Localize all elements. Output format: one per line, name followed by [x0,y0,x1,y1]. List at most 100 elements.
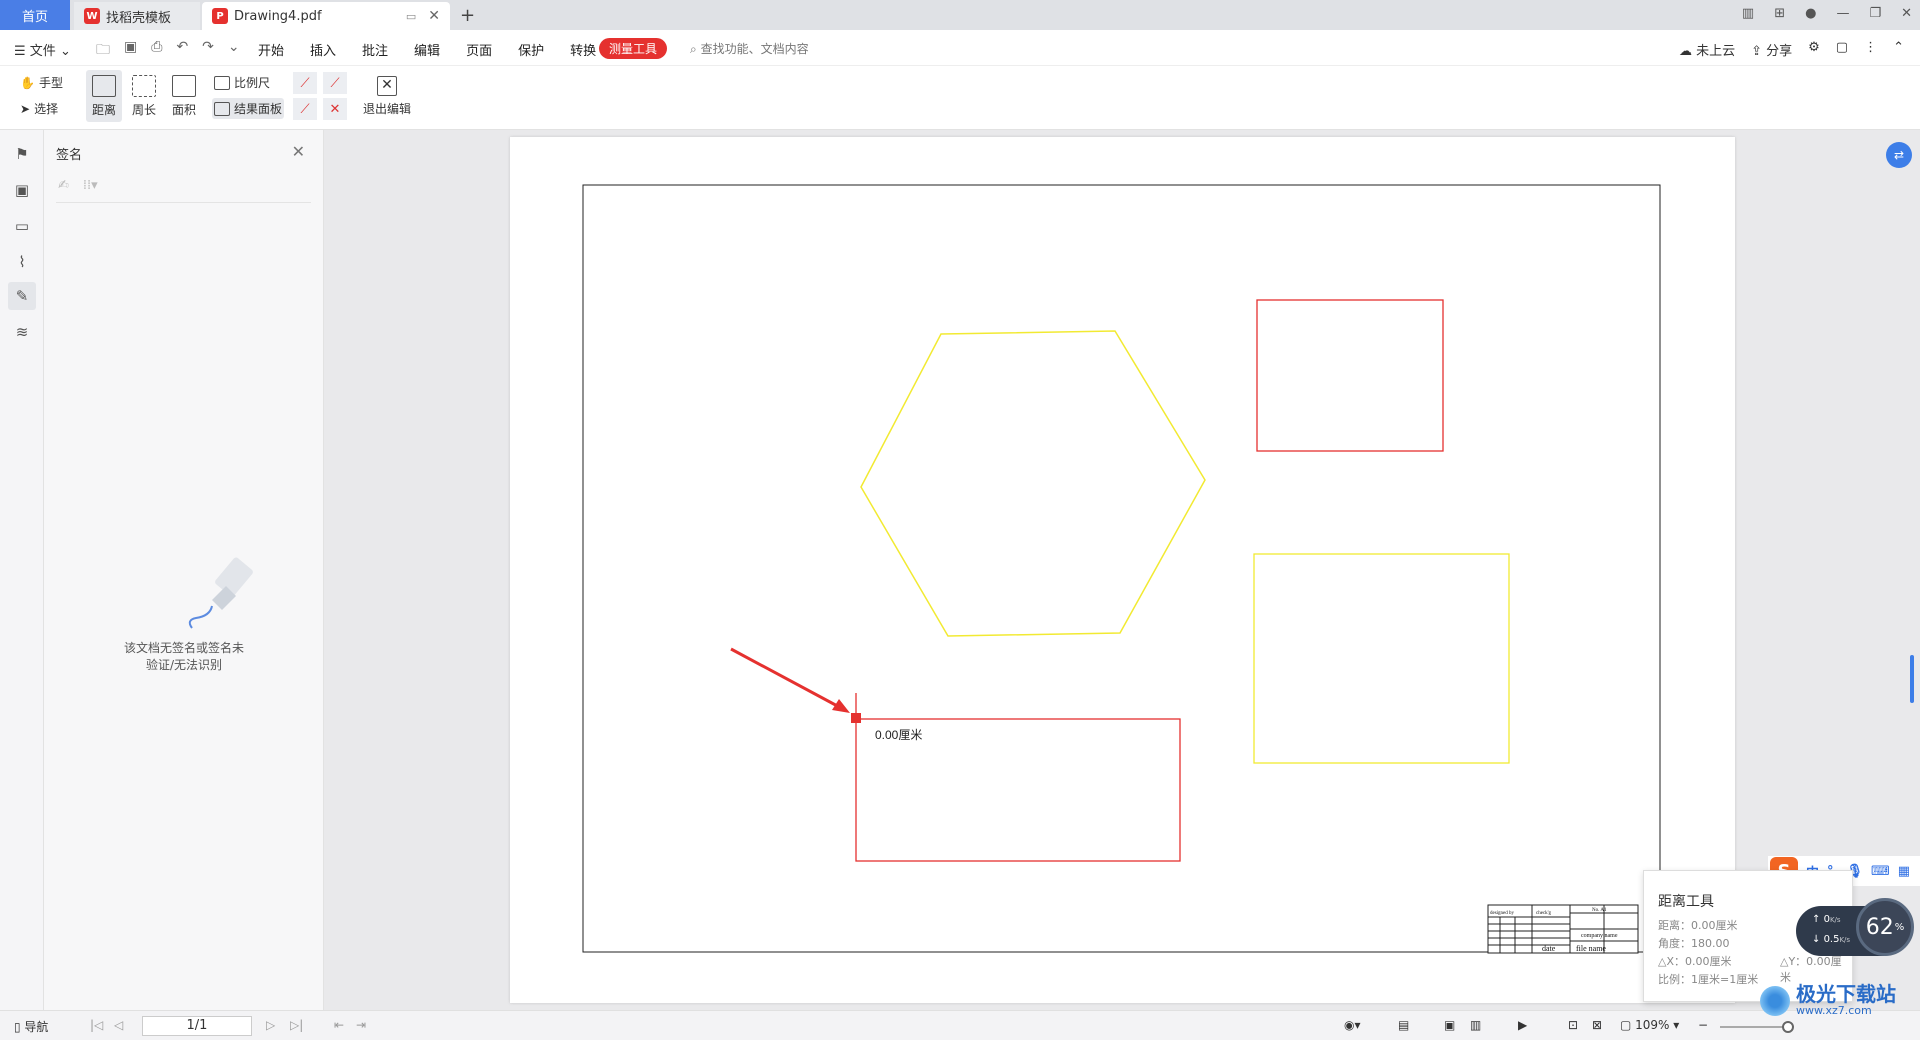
layout-icon[interactable]: ▥ [1742,6,1754,21]
first-page-icon[interactable]: |◁ [90,1018,103,1032]
message-icon[interactable]: ▢ [1836,40,1848,59]
line-tool-3-icon[interactable]: ⟋ [293,98,317,120]
window-close-icon[interactable]: ✕ [1901,6,1912,21]
hand-tool-button[interactable]: ✋ 手型 [20,74,63,91]
panel-title: 签名 [56,148,83,163]
left-sidebar: ⚑ ▣ ▭ ⌇ ✎ ≋ [0,130,44,1010]
result-panel-label: 结果面板 [234,102,283,116]
last-page-icon[interactable]: ▷| [290,1018,303,1032]
grid-dropdown-icon[interactable]: ⁞⁞▾ [83,178,98,193]
undo-icon[interactable]: ↶ [176,39,188,63]
prev-page-icon[interactable]: ◁ [114,1018,123,1032]
apps-icon[interactable]: ⊞ [1774,6,1785,21]
tab-bar: 首页 W 找稻壳模板 P Drawing4.pdf ▭ ✕ + ▥ ⊞ ● — … [0,0,1920,30]
more-icon[interactable]: ⌄ [228,39,240,63]
red-rectangle-top[interactable] [1256,299,1444,452]
minimize-icon[interactable]: — [1836,6,1849,21]
perimeter-button[interactable]: 周长 [126,70,162,122]
scale-button[interactable]: 比例尺 [214,74,270,91]
open-icon[interactable]: 🗀 [96,39,110,63]
select-tool-button[interactable]: ➤ 选择 [20,100,58,117]
ribbon: ✋ 手型 ➤ 选择 距离 周长 面积 比例尺 结果面板 ⟋ ⟋ ⟋ ✕ ✕ 退出… [0,66,1920,130]
line-tool-2-icon[interactable]: ⟋ [323,72,347,94]
play-icon[interactable]: ▶ [1518,1018,1527,1032]
avatar[interactable]: ● [1805,6,1816,21]
yellow-hexagon[interactable] [860,330,1206,637]
yellow-rectangle[interactable] [1253,553,1510,764]
print-icon[interactable]: ⎙ [151,39,162,63]
menu-edit[interactable]: 编辑 [414,40,440,59]
float-tool-icon[interactable]: ⇄ [1886,142,1912,168]
angle-value: 角度：180.00 [1658,937,1730,950]
actual-size-icon[interactable]: ⊡ [1568,1018,1578,1032]
zoom-dropdown[interactable]: ▢ 109% ▾ [1620,1018,1679,1032]
fit-page-icon[interactable]: ⊠ [1592,1018,1602,1032]
tab-document[interactable]: P Drawing4.pdf ▭ ✕ [202,2,450,30]
close-icon[interactable]: ✕ [428,8,440,24]
line-tool-4-icon[interactable]: ✕ [323,98,347,120]
grid-icon[interactable]: ▦ [1898,864,1910,879]
line-tool-1-icon[interactable]: ⟋ [293,72,317,94]
eye-protect-icon[interactable]: ◉▾ [1344,1018,1361,1032]
hand-icon: ✋ [20,75,35,90]
zoom-slider-knob[interactable] [1782,1021,1794,1033]
thumbnail-icon[interactable]: ▣ [12,180,32,200]
result-panel-button[interactable]: 结果面板 [212,98,285,119]
bookmark-icon[interactable]: ⚑ [12,144,32,164]
layers-icon[interactable]: ≋ [12,322,32,342]
more-menu-icon[interactable]: ⋮ [1864,40,1877,59]
exit-icon: ✕ [377,75,397,96]
select-label: 选择 [34,102,59,116]
menu-comment[interactable]: 批注 [362,40,388,59]
dual-page-icon[interactable]: ▥ [1470,1018,1481,1032]
perimeter-label: 周长 [131,102,156,117]
search-box[interactable]: ⌕ 查找功能、文档内容 [690,40,809,57]
area-button[interactable]: 面积 [166,70,202,122]
distance-button[interactable]: 距离 [86,70,122,122]
drawing-canvas: 0.00厘米 designed by check'g No. A1 compan… [582,184,1661,954]
attachment-icon[interactable]: ⌇ [12,252,32,272]
menu-insert[interactable]: 插入 [310,40,336,59]
scrollbar[interactable] [1910,655,1914,703]
panel-close-icon[interactable]: ✕ [292,142,305,161]
collapse-icon[interactable]: ⌃ [1893,40,1904,59]
restore-icon[interactable]: ❐ [1869,6,1881,21]
single-page-icon[interactable]: ▤ [1398,1018,1409,1032]
signature-icon[interactable]: ✎ [8,282,36,310]
measure-point[interactable] [851,713,861,723]
file-menu[interactable]: ☰ 文件 ⌄ [14,40,71,59]
save-icon[interactable]: ▣ [124,39,137,63]
exit-edit-button[interactable]: ✕ 退出编辑 [362,70,412,122]
keyboard-icon[interactable]: ⌨ [1871,864,1890,879]
nav-toggle[interactable]: ▯ 导航 [14,1018,48,1035]
tab-pin-icon[interactable]: ▭ [406,10,416,23]
menu-page[interactable]: 页面 [466,40,492,59]
settings-icon[interactable]: ⚙ [1808,40,1820,59]
redo-icon[interactable]: ↷ [202,39,214,63]
page-input[interactable]: 1/1 [142,1016,252,1036]
back-icon[interactable]: ⇤ [334,1018,344,1032]
menu-protect[interactable]: 保护 [518,40,544,59]
menu-measure-tool[interactable]: 测量工具 [599,38,668,59]
forward-icon[interactable]: ⇥ [356,1018,366,1032]
hand-label: 手型 [38,76,63,90]
docer-logo-icon: W [84,8,100,24]
pdf-page[interactable]: 0.00厘米 designed by check'g No. A1 compan… [510,137,1735,1003]
usage-gauge: 62% [1856,898,1914,956]
ruler-icon [92,74,116,97]
tab-home[interactable]: 首页 [0,0,70,30]
menu-start[interactable]: 开始 [258,40,284,59]
new-tab-button[interactable]: + [460,5,475,26]
zoom-slider[interactable] [1720,1026,1790,1028]
sign-verify-icon[interactable]: ✍ [58,178,69,193]
download-speed: ↓ 0.5K/s [1812,934,1851,945]
cloud-button[interactable]: ☁ 未上云 [1679,40,1735,59]
share-button[interactable]: ⇪ 分享 [1751,40,1792,59]
zoom-out-icon[interactable]: − [1698,1018,1708,1032]
watermark: 极光下载站 www.xz7.com [1760,984,1896,1017]
tab-template[interactable]: W 找稻壳模板 [74,2,200,30]
next-page-icon[interactable]: ▷ [266,1018,275,1032]
continuous-icon[interactable]: ▣ [1444,1018,1455,1032]
menu-convert[interactable]: 转换 [570,40,596,59]
comment-icon[interactable]: ▭ [12,216,32,236]
